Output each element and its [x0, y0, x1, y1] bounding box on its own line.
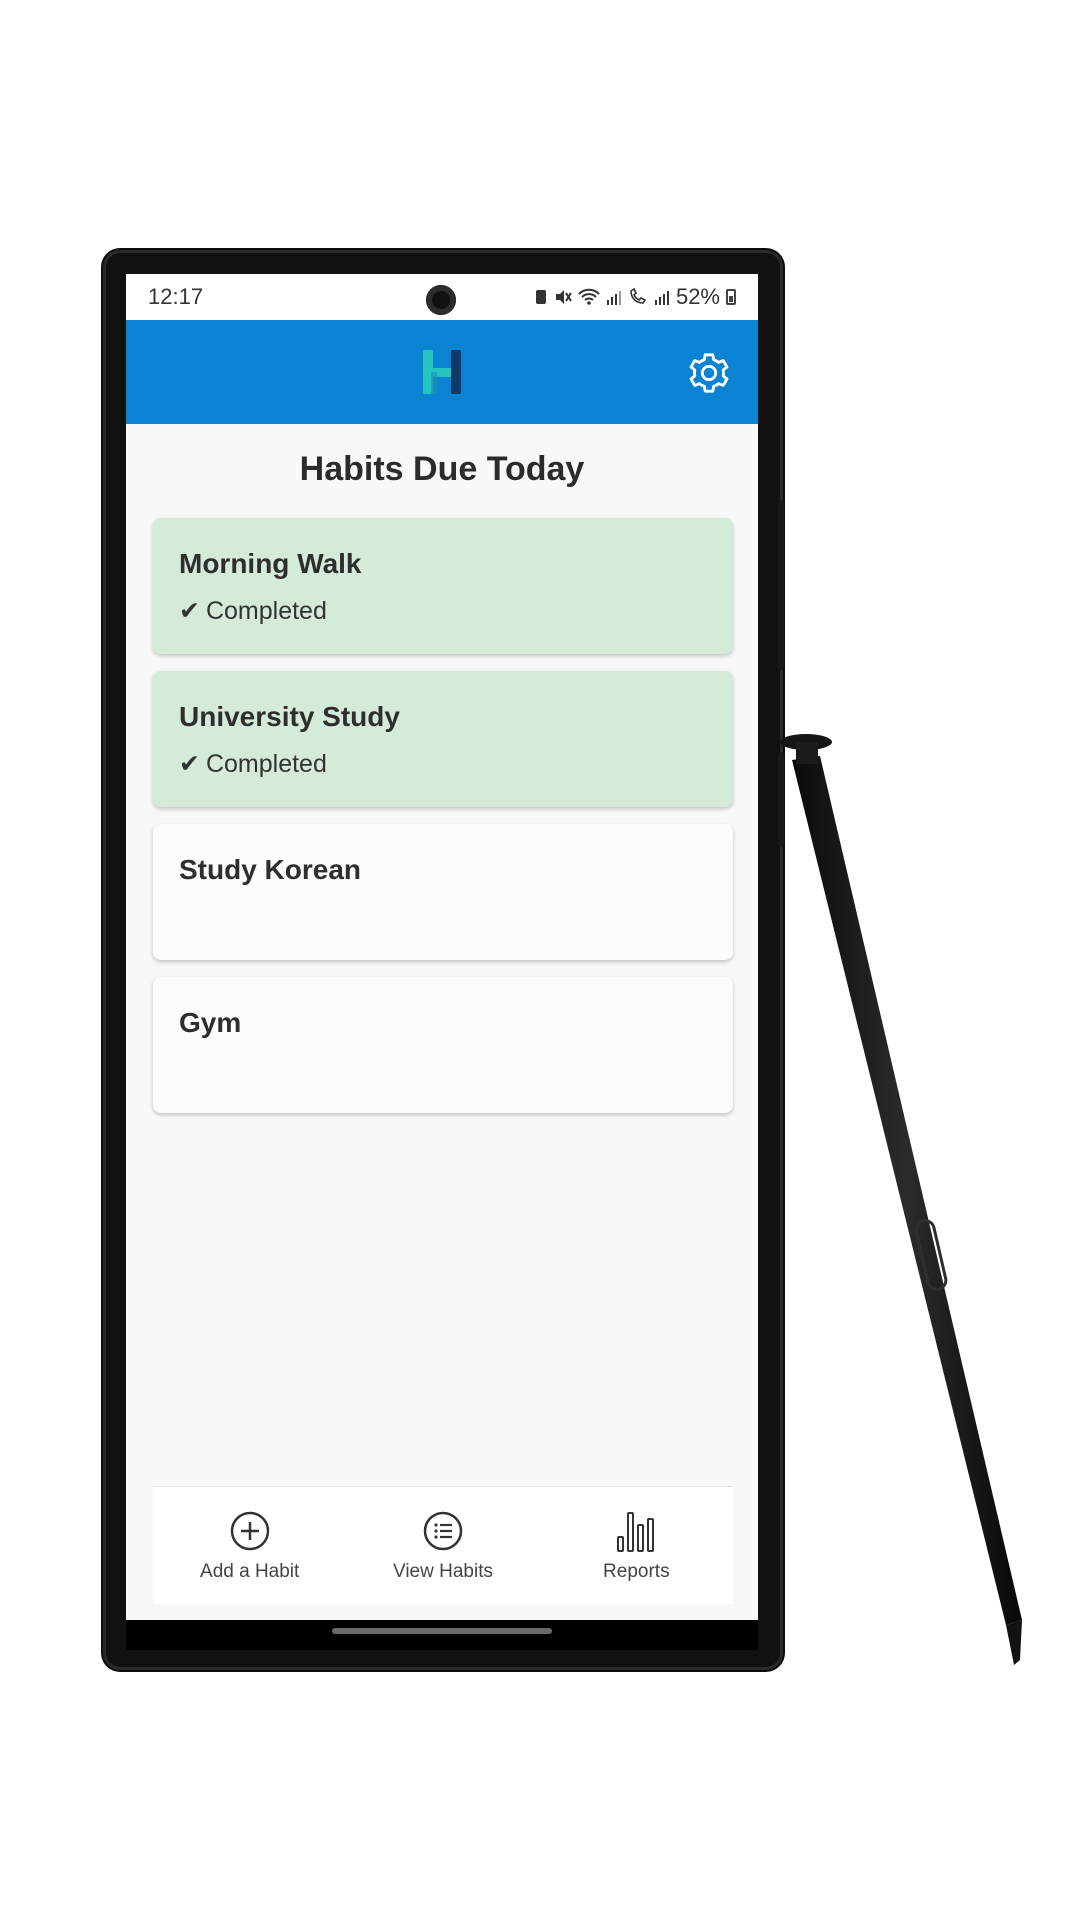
habit-card-study-korean[interactable]: Study Korean [153, 824, 733, 960]
habit-status: ✔ Completed [179, 749, 707, 779]
list-circle-icon [423, 1511, 463, 1551]
status-icons: 52% [534, 284, 736, 310]
wifi-call-icon [630, 288, 647, 304]
status-bar: 12:17 52% [126, 274, 758, 320]
bottom-nav: Add a Habit View Habits Reports [153, 1486, 733, 1604]
app-bar [126, 320, 758, 424]
habit-card-morning-walk[interactable]: Morning Walk ✔ Completed [153, 518, 733, 654]
habit-name: University Study [179, 701, 400, 732]
status-time: 12:17 [148, 284, 204, 309]
settings-button[interactable] [686, 350, 732, 396]
habit-name: Morning Walk [179, 548, 362, 579]
sim-icon [535, 290, 546, 304]
check-icon: ✔ [179, 597, 200, 625]
check-icon: ✔ [179, 750, 200, 778]
battery-percent: 52% [675, 284, 720, 309]
habit-name: Study Korean [179, 854, 362, 885]
home-indicator [332, 1628, 552, 1634]
habit-card-university-study[interactable]: University Study ✔ Completed [153, 671, 733, 807]
habit-name: Gym [179, 1007, 242, 1038]
stylus-pen [780, 734, 1022, 1665]
bottom-bezel [126, 1620, 758, 1650]
nav-reports[interactable]: Reports [540, 1487, 733, 1604]
habit-card-gym[interactable]: Gym [153, 977, 733, 1113]
nav-label: Add a Habit [200, 1561, 300, 1582]
habit-list: Morning Walk ✔ Completed University Study… [153, 518, 733, 1130]
nav-label: View Habits [393, 1561, 493, 1582]
page-title: Habits Due Today [299, 450, 585, 488]
gear-icon [689, 353, 729, 393]
nav-label: Reports [603, 1561, 670, 1582]
signal-icon-2 [654, 291, 669, 305]
device-stage: 12:17 52% Habits Due Today Morning Walk … [0, 0, 1080, 1920]
bar-chart-icon [617, 1512, 655, 1552]
volume-button [778, 500, 784, 670]
habit-status-text: Completed [205, 750, 327, 778]
signal-icon [606, 291, 621, 305]
nav-add-habit[interactable]: Add a Habit [153, 1487, 346, 1604]
habit-status: ✔ Completed [179, 596, 707, 626]
nav-view-habits[interactable]: View Habits [346, 1487, 539, 1604]
wifi-icon [578, 288, 600, 305]
habit-status-text: Completed [205, 597, 327, 625]
plus-circle-icon [230, 1511, 269, 1551]
front-camera [426, 285, 456, 315]
app-screen: 12:17 52% Habits Due Today Morning Walk … [126, 274, 758, 1620]
battery-icon [726, 289, 736, 305]
habit-h-logo-icon [423, 350, 461, 394]
mute-icon [555, 290, 572, 304]
